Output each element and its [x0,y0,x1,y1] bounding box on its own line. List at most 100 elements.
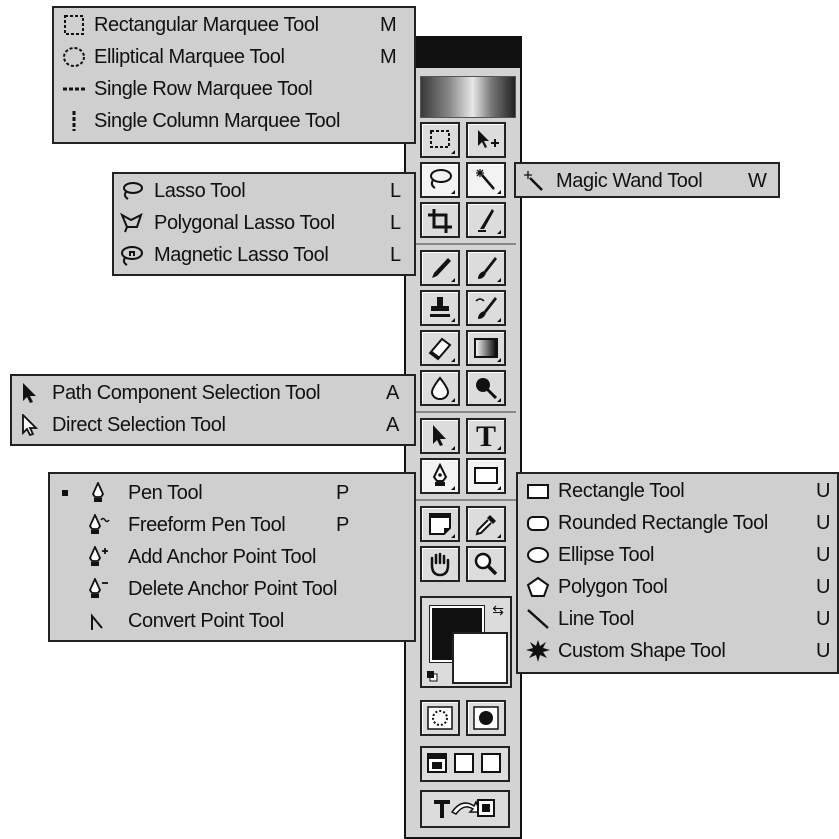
rounded-rectangle-icon [527,516,549,531]
elliptical-marquee-icon [63,47,85,67]
dodge-tool-button[interactable] [466,370,506,406]
blur-tool-button[interactable] [420,370,460,406]
menu-item-pen[interactable]: Pen Tool P [50,478,414,508]
standard-mode-button[interactable] [420,700,460,736]
note-icon [429,513,451,535]
menu-item-convert-point[interactable]: Convert Point Tool [50,606,414,636]
toolbox-palette: T ⇆ [404,36,522,839]
menu-item-rounded-rectangle[interactable]: Rounded Rectangle Tool U [518,508,837,538]
single-row-marquee-icon [63,87,85,91]
menu-item-magic-wand[interactable]: Magic Wand Tool W [516,166,778,196]
selection-tool-button[interactable] [420,418,460,454]
type-tool-glyph: T [476,420,497,453]
hand-icon [430,552,450,577]
menu-item-rectangle[interactable]: Rectangle Tool U [518,476,837,506]
menu-item-magnetic-lasso[interactable]: Magnetic Lasso Tool L [114,240,414,270]
lasso-flyout-menu: Lasso Tool L Polygonal Lasso Tool L Magn… [112,172,416,276]
history-brush-tool-button[interactable] [466,290,506,326]
menu-item-freeform-pen[interactable]: Freeform Pen Tool P [50,510,414,540]
lasso-tool-button[interactable] [420,162,460,198]
shape-tool-button[interactable] [466,458,506,494]
eraser-icon [428,337,452,361]
ellipse-shape-icon [527,547,549,563]
gradient-icon [474,338,498,358]
arrow-pointer-icon [433,425,446,446]
brush-tool-button[interactable] [466,250,506,286]
line-shape-icon [527,609,549,629]
jump-to-imageready-icon [434,799,495,818]
menu-item-single-row-marquee[interactable]: Single Row Marquee Tool [54,74,414,104]
dodge-icon [476,378,498,400]
water-drop-icon [430,376,450,400]
polygon-shape-icon [526,576,550,597]
custom-shape-splat-icon [526,640,550,662]
menu-item-single-column-marquee[interactable]: Single Column Marquee Tool [54,106,414,136]
slice-knife-icon [478,209,494,232]
toolbox-title-bar[interactable] [406,38,520,68]
notes-tool-button[interactable] [420,506,460,542]
screen-mode-buttons [420,746,510,782]
magic-wand-flyout-menu: Magic Wand Tool W [514,162,780,198]
menu-item-lasso[interactable]: Lasso Tool L [114,176,414,206]
rectangular-marquee-icon [64,15,84,35]
menu-item-ellipse[interactable]: Ellipse Tool U [518,540,837,570]
eyedropper-tool-button[interactable] [466,506,506,542]
clone-stamp-icon [430,297,450,317]
gradient-tool-button[interactable] [466,330,506,366]
pen-flyout-menu: Pen Tool P Freeform Pen Tool P Add Ancho… [48,472,416,642]
quick-mask-icon [473,706,499,730]
menu-item-add-anchor-point[interactable]: Add Anchor Point Tool [50,542,414,572]
healing-brush-icon [432,258,451,278]
menu-item-polygonal-lasso[interactable]: Polygonal Lasso Tool L [114,208,414,238]
standard-screen-mode-icon[interactable] [426,752,448,774]
path-selection-flyout-menu: Path Component Selection Tool A Direct S… [10,374,416,446]
photoshop-eye-logo[interactable] [420,76,516,118]
paintbrush-icon [478,257,497,279]
standard-mode-icon [427,706,453,730]
add-anchor-point-icon [88,546,108,566]
clone-stamp-tool-button[interactable] [420,290,460,326]
crop-icon [428,209,452,233]
crop-tool-button[interactable] [420,202,460,238]
background-color-swatch[interactable] [452,632,508,684]
swap-colors-icon[interactable]: ⇆ [492,602,504,619]
marquee-tool-button[interactable] [420,122,460,158]
pen-tool-button[interactable] [420,458,460,494]
menu-item-path-component-selection[interactable]: Path Component Selection Tool A [12,378,414,408]
jump-to-imageready-button[interactable] [420,790,510,828]
convert-point-icon [91,613,103,630]
move-tool-button[interactable] [466,122,506,158]
eraser-tool-button[interactable] [420,330,460,366]
rectangle-shape-icon [527,484,549,499]
magic-wand-icon [476,169,495,190]
menu-item-delete-anchor-point[interactable]: Delete Anchor Point Tool [50,574,414,604]
full-screen-menu-mode-icon[interactable] [453,752,475,774]
default-colors-icon[interactable] [426,670,438,682]
menu-item-direct-selection[interactable]: Direct Selection Tool A [12,410,414,440]
rectangle-shape-icon [474,467,498,484]
lasso-icon [430,169,452,189]
history-brush-icon [475,297,497,319]
menu-item-elliptical-marquee[interactable]: Elliptical Marquee Tool M [54,42,414,72]
menu-item-rectangular-marquee[interactable]: Rectangular Marquee Tool M [54,10,414,40]
full-screen-mode-icon[interactable] [480,752,502,774]
marquee-flyout-menu: Rectangular Marquee Tool M Elliptical Ma… [52,6,416,144]
move-icon [478,130,499,148]
type-tool-button[interactable]: T [466,418,506,454]
freeform-pen-icon [88,514,110,534]
menu-item-line[interactable]: Line Tool U [518,604,837,634]
magic-wand-tool-button[interactable] [466,162,506,198]
black-arrow-icon [23,383,36,403]
magnifier-icon [474,552,498,576]
healing-brush-tool-button[interactable] [420,250,460,286]
menu-item-polygon[interactable]: Polygon Tool U [518,572,837,602]
quick-mask-mode-button[interactable] [466,700,506,736]
menu-item-custom-shape[interactable]: Custom Shape Tool U [518,636,837,666]
delete-anchor-point-icon [88,578,108,598]
hand-tool-button[interactable] [420,546,460,582]
slice-tool-button[interactable] [466,202,506,238]
polygonal-lasso-icon [120,212,143,233]
pen-nib-icon [91,482,105,502]
white-arrow-icon [22,414,39,436]
zoom-tool-button[interactable] [466,546,506,582]
